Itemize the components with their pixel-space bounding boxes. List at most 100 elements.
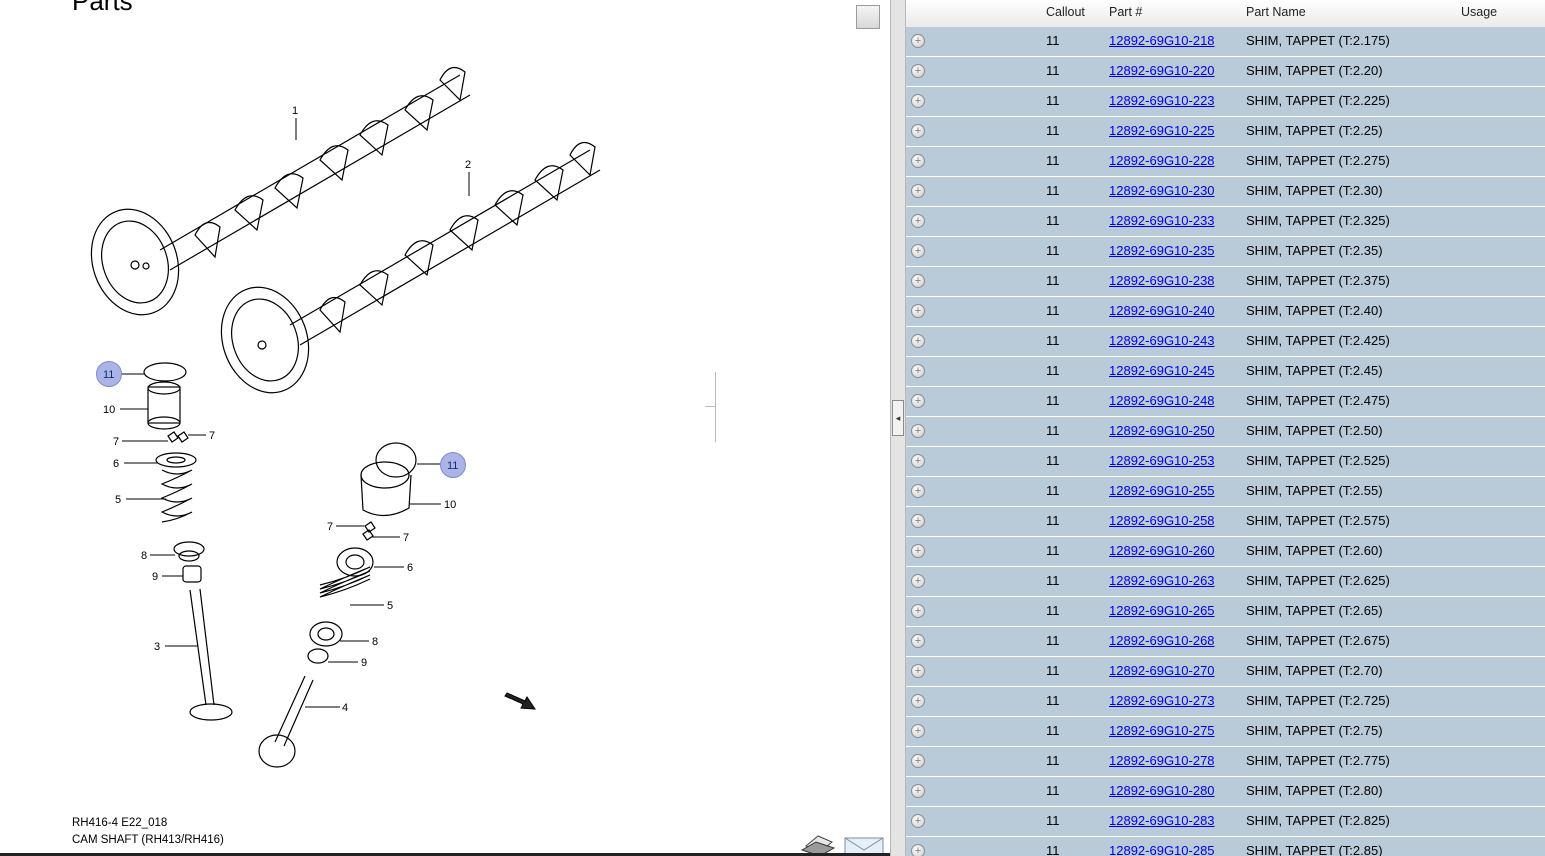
add-circle-icon[interactable]: + <box>911 424 925 438</box>
callout-label-highlighted[interactable]: 11 <box>103 369 114 381</box>
table-row[interactable]: +11 12892-69G10-285 SHIM, TAPPET (T:2.85) <box>906 837 1545 856</box>
column-header-callout[interactable]: Callout <box>1046 5 1085 19</box>
callout-label[interactable]: 7 <box>113 436 119 448</box>
part-number-link[interactable]: 12892-69G10-280 <box>1109 783 1215 798</box>
part-number-link[interactable]: 12892-69G10-238 <box>1109 273 1215 288</box>
part-number-link[interactable]: 12892-69G10-263 <box>1109 573 1215 588</box>
table-row[interactable]: +11 12892-69G10-223 SHIM, TAPPET (T:2.225) <box>906 87 1545 117</box>
add-circle-icon[interactable]: + <box>911 664 925 678</box>
callout-label[interactable]: 8 <box>372 636 378 648</box>
part-number-link[interactable]: 12892-69G10-265 <box>1109 603 1215 618</box>
callout-label[interactable]: 6 <box>113 458 119 470</box>
table-row[interactable]: +11 12892-69G10-225 SHIM, TAPPET (T:2.25) <box>906 117 1545 147</box>
table-row[interactable]: +11 12892-69G10-280 SHIM, TAPPET (T:2.80) <box>906 777 1545 807</box>
add-circle-icon[interactable]: + <box>911 844 925 856</box>
column-header-part-number[interactable]: Part # <box>1109 5 1142 19</box>
table-row[interactable]: +11 12892-69G10-228 SHIM, TAPPET (T:2.275) <box>906 147 1545 177</box>
part-number-link[interactable]: 12892-69G10-218 <box>1109 33 1215 48</box>
table-row[interactable]: +11 12892-69G10-273 SHIM, TAPPET (T:2.725) <box>906 687 1545 717</box>
column-header-usage[interactable]: Usage <box>1461 5 1497 19</box>
part-number-link[interactable]: 12892-69G10-235 <box>1109 243 1215 258</box>
camshaft-2-drawing[interactable] <box>207 141 601 406</box>
part-number-link[interactable]: 12892-69G10-245 <box>1109 363 1215 378</box>
callout-label[interactable]: 3 <box>154 641 160 653</box>
part-number-link[interactable]: 12892-69G10-243 <box>1109 333 1215 348</box>
table-row[interactable]: +11 12892-69G10-248 SHIM, TAPPET (T:2.475) <box>906 387 1545 417</box>
add-circle-icon[interactable]: + <box>911 784 925 798</box>
add-circle-icon[interactable]: + <box>911 574 925 588</box>
add-circle-icon[interactable]: + <box>911 94 925 108</box>
pane-splitter[interactable]: ◂ <box>890 0 906 856</box>
left-valve-assembly-drawing[interactable] <box>143 362 233 721</box>
table-row[interactable]: +11 12892-69G10-268 SHIM, TAPPET (T:2.675) <box>906 627 1545 657</box>
callout-label[interactable]: 6 <box>407 562 413 574</box>
add-circle-icon[interactable]: + <box>911 184 925 198</box>
callout-label[interactable]: 5 <box>387 600 393 612</box>
table-row[interactable]: +11 12892-69G10-283 SHIM, TAPPET (T:2.825) <box>906 807 1545 837</box>
add-circle-icon[interactable]: + <box>911 334 925 348</box>
callout-label[interactable]: 7 <box>209 430 215 442</box>
callout-label[interactable]: 10 <box>103 404 115 416</box>
add-circle-icon[interactable]: + <box>911 544 925 558</box>
add-circle-icon[interactable]: + <box>911 64 925 78</box>
part-number-link[interactable]: 12892-69G10-230 <box>1109 183 1215 198</box>
callout-label[interactable]: 7 <box>403 532 409 544</box>
add-circle-icon[interactable]: + <box>911 484 925 498</box>
add-circle-icon[interactable]: + <box>911 454 925 468</box>
part-number-link[interactable]: 12892-69G10-268 <box>1109 633 1215 648</box>
callout-label[interactable]: 2 <box>465 159 471 171</box>
table-row[interactable]: +11 12892-69G10-233 SHIM, TAPPET (T:2.325) <box>906 207 1545 237</box>
table-row[interactable]: +11 12892-69G10-250 SHIM, TAPPET (T:2.50) <box>906 417 1545 447</box>
column-header-part-name[interactable]: Part Name <box>1246 5 1306 19</box>
table-row[interactable]: +11 12892-69G10-253 SHIM, TAPPET (T:2.525) <box>906 447 1545 477</box>
callout-label[interactable]: 9 <box>152 571 158 583</box>
part-number-link[interactable]: 12892-69G10-228 <box>1109 153 1215 168</box>
add-circle-icon[interactable]: + <box>911 754 925 768</box>
table-row[interactable]: +11 12892-69G10-240 SHIM, TAPPET (T:2.40) <box>906 297 1545 327</box>
callout-label[interactable]: 9 <box>361 657 367 669</box>
add-circle-icon[interactable]: + <box>911 154 925 168</box>
part-number-link[interactable]: 12892-69G10-260 <box>1109 543 1215 558</box>
collapse-pane-icon[interactable]: ◂ <box>892 400 904 436</box>
callout-label[interactable]: 4 <box>342 702 348 714</box>
part-number-link[interactable]: 12892-69G10-273 <box>1109 693 1215 708</box>
part-number-link[interactable]: 12892-69G10-248 <box>1109 393 1215 408</box>
add-circle-icon[interactable]: + <box>911 394 925 408</box>
part-number-link[interactable]: 12892-69G10-223 <box>1109 93 1215 108</box>
table-row[interactable]: +11 12892-69G10-220 SHIM, TAPPET (T:2.20) <box>906 57 1545 87</box>
callout-label[interactable]: 10 <box>444 499 456 511</box>
part-number-link[interactable]: 12892-69G10-275 <box>1109 723 1215 738</box>
part-number-link[interactable]: 12892-69G10-258 <box>1109 513 1215 528</box>
table-row[interactable]: +11 12892-69G10-218 SHIM, TAPPET (T:2.175) <box>906 27 1545 57</box>
part-number-link[interactable]: 12892-69G10-285 <box>1109 843 1215 856</box>
table-row[interactable]: +11 12892-69G10-243 SHIM, TAPPET (T:2.425) <box>906 327 1545 357</box>
add-circle-icon[interactable]: + <box>911 214 925 228</box>
table-row[interactable]: +11 12892-69G10-278 SHIM, TAPPET (T:2.775) <box>906 747 1545 777</box>
part-number-link[interactable]: 12892-69G10-220 <box>1109 63 1215 78</box>
table-row[interactable]: +11 12892-69G10-263 SHIM, TAPPET (T:2.625) <box>906 567 1545 597</box>
table-row[interactable]: +11 12892-69G10-230 SHIM, TAPPET (T:2.30) <box>906 177 1545 207</box>
add-circle-icon[interactable]: + <box>911 244 925 258</box>
add-circle-icon[interactable]: + <box>911 124 925 138</box>
table-row[interactable]: +11 12892-69G10-245 SHIM, TAPPET (T:2.45) <box>906 357 1545 387</box>
part-number-link[interactable]: 12892-69G10-255 <box>1109 483 1215 498</box>
table-row[interactable]: +11 12892-69G10-265 SHIM, TAPPET (T:2.65) <box>906 597 1545 627</box>
part-number-link[interactable]: 12892-69G10-283 <box>1109 813 1215 828</box>
add-circle-icon[interactable]: + <box>911 304 925 318</box>
callout-label[interactable]: 8 <box>141 550 147 562</box>
table-row[interactable]: +11 12892-69G10-238 SHIM, TAPPET (T:2.375) <box>906 267 1545 297</box>
part-number-link[interactable]: 12892-69G10-270 <box>1109 663 1215 678</box>
add-circle-icon[interactable]: + <box>911 274 925 288</box>
callout-label[interactable]: 5 <box>115 494 121 506</box>
part-number-link[interactable]: 12892-69G10-233 <box>1109 213 1215 228</box>
add-circle-icon[interactable]: + <box>911 604 925 618</box>
table-row[interactable]: +11 12892-69G10-235 SHIM, TAPPET (T:2.35) <box>906 237 1545 267</box>
part-number-link[interactable]: 12892-69G10-278 <box>1109 753 1215 768</box>
table-row[interactable]: +11 12892-69G10-260 SHIM, TAPPET (T:2.60) <box>906 537 1545 567</box>
add-circle-icon[interactable]: + <box>911 634 925 648</box>
add-circle-icon[interactable]: + <box>911 364 925 378</box>
part-number-link[interactable]: 12892-69G10-250 <box>1109 423 1215 438</box>
callout-label-highlighted[interactable]: 11 <box>447 460 458 472</box>
part-number-link[interactable]: 12892-69G10-240 <box>1109 303 1215 318</box>
add-circle-icon[interactable]: + <box>911 724 925 738</box>
